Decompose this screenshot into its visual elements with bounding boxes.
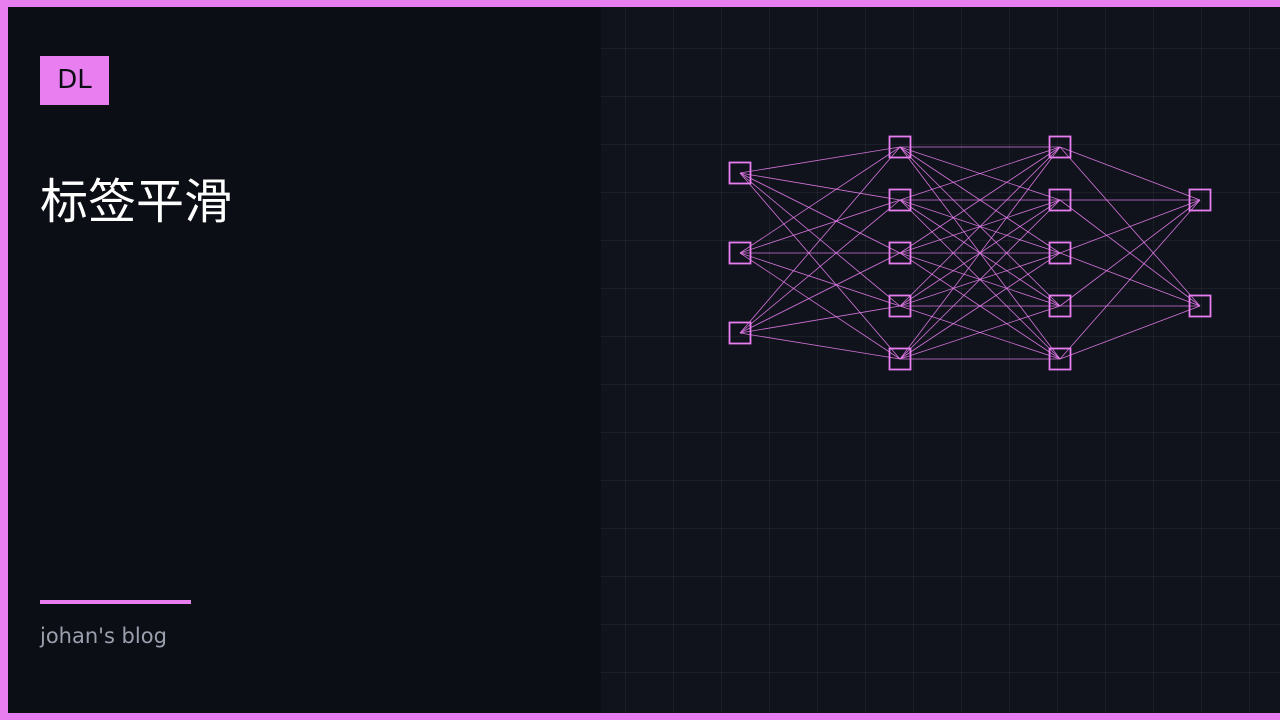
divider <box>40 600 191 604</box>
network-connection <box>739 252 901 307</box>
network-connection <box>739 146 901 254</box>
neural-network-diagram <box>728 135 1212 371</box>
category-badge: DL <box>40 56 109 105</box>
network-connections <box>739 146 1201 360</box>
network-connection <box>1059 199 1201 254</box>
network-connection <box>739 172 901 201</box>
network-connection <box>739 252 901 334</box>
network-connection <box>739 252 901 360</box>
network-connection <box>739 305 901 334</box>
network-connection <box>1059 199 1201 360</box>
network-connection <box>739 146 901 174</box>
network-connection <box>1059 146 1201 201</box>
network-connection <box>1059 305 1201 360</box>
right-panel <box>601 7 1280 713</box>
slide: DL 标签平滑 johan's blog <box>8 7 1280 713</box>
page-title: 标签平滑 <box>40 174 233 230</box>
network-connection <box>739 199 901 254</box>
network-connection <box>739 332 901 360</box>
network-connection <box>739 172 901 254</box>
author-label: johan's blog <box>40 624 167 648</box>
network-connection <box>739 146 901 334</box>
left-panel: DL 标签平滑 johan's blog <box>8 7 601 713</box>
network-connection <box>739 199 901 334</box>
